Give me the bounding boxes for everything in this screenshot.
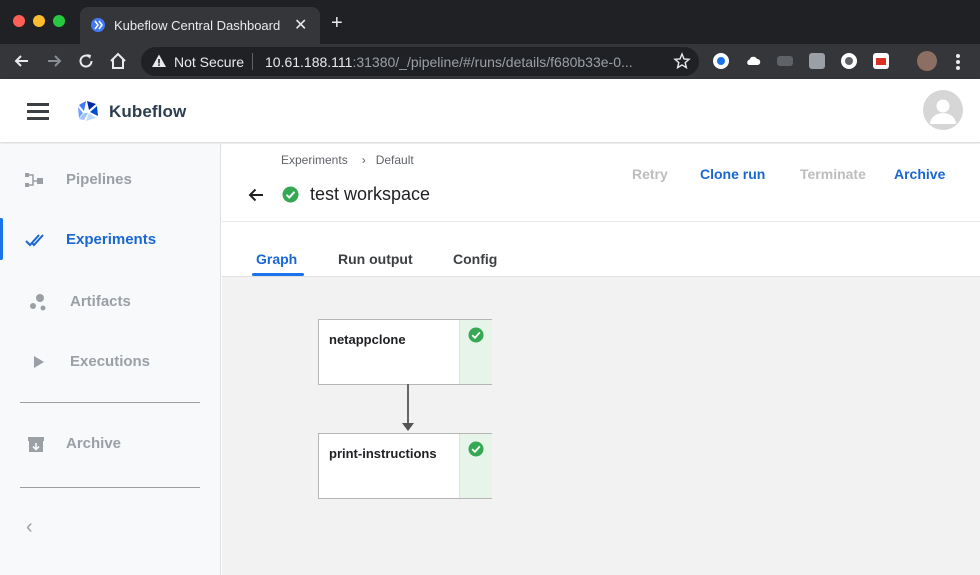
pipeline-graph: netappclone print-instructions (222, 277, 980, 575)
extension-4-icon[interactable] (809, 53, 825, 69)
sidebar-item-artifacts[interactable]: Artifacts (0, 276, 220, 328)
archive-button[interactable]: Archive (894, 166, 945, 182)
artifacts-icon (30, 294, 46, 311)
url-path: :31380/_/pipeline/#/runs/details/f680b33… (352, 54, 633, 70)
tab-close-icon[interactable]: ✕ (294, 15, 307, 35)
node-name: netappclone (329, 332, 406, 347)
bookmark-star-icon[interactable] (673, 52, 691, 70)
breadcrumb-separator: › (361, 153, 366, 167)
success-check-icon (282, 186, 299, 203)
tab-run-output[interactable]: Run output (338, 251, 413, 267)
experiments-icon (25, 234, 44, 247)
new-tab-button[interactable]: + (331, 12, 343, 35)
executions-icon (34, 356, 44, 368)
kubeflow-favicon-icon (91, 18, 105, 32)
reload-icon[interactable] (76, 51, 96, 71)
sidebar-item-experiments[interactable]: Experiments (0, 214, 220, 266)
sidebar-item-label: Executions (70, 353, 151, 370)
app-brand[interactable]: Kubeflow (109, 102, 186, 122)
hamburger-menu-icon[interactable] (27, 103, 49, 120)
node-name: print-instructions (329, 446, 437, 461)
app-header: Kubeflow (0, 79, 980, 143)
sidebar-item-archive[interactable]: Archive (0, 418, 220, 470)
graph-node[interactable]: print-instructions (318, 433, 492, 499)
address-bar[interactable]: Not Secure 10.61.188.111:31380/_/pipelin… (141, 47, 699, 76)
url-host: 10.61.188.111 (265, 54, 353, 70)
breadcrumb-default[interactable]: Default (376, 153, 414, 167)
run-tabs: Graph Run output Config (222, 222, 980, 276)
user-avatar[interactable] (923, 90, 963, 130)
archive-icon (28, 437, 44, 452)
pipelines-icon (25, 173, 43, 187)
browser-titlebar: Kubeflow Central Dashboard ✕ + (0, 0, 980, 44)
account-icon (930, 99, 956, 124)
nav-divider (20, 402, 200, 403)
extension-6-icon[interactable] (873, 53, 889, 69)
breadcrumb: Experiments › Default (281, 153, 414, 167)
nav-divider (20, 487, 200, 488)
browser-tab[interactable]: Kubeflow Central Dashboard ✕ (80, 7, 320, 44)
omnibox-divider (252, 53, 253, 70)
not-secure-label[interactable]: Not Secure (174, 54, 244, 70)
graph-edge (407, 384, 409, 424)
clone-run-button[interactable]: Clone run (700, 166, 765, 182)
sidebar-item-executions[interactable]: Executions (0, 336, 220, 388)
sidebar-item-label: Artifacts (70, 293, 131, 310)
kubeflow-logo-icon (78, 101, 98, 121)
tab-title: Kubeflow Central Dashboard (114, 18, 281, 33)
extension-5-icon[interactable] (841, 53, 857, 69)
url-text[interactable]: 10.61.188.111:31380/_/pipeline/#/runs/de… (265, 54, 633, 70)
run-title: test workspace (310, 184, 431, 204)
browser-toolbar: Not Secure 10.61.188.111:31380/_/pipelin… (0, 44, 980, 79)
tab-graph[interactable]: Graph (256, 251, 297, 267)
retry-button[interactable]: Retry (632, 166, 668, 182)
active-indicator (0, 218, 3, 260)
forward-arrow-icon[interactable] (44, 51, 64, 71)
home-icon[interactable] (108, 51, 128, 71)
close-window-button[interactable] (13, 15, 25, 27)
sidebar-item-label: Pipelines (66, 171, 132, 188)
back-arrow-icon[interactable] (246, 185, 266, 205)
warning-icon (152, 54, 166, 67)
collapse-nav-chevron-icon[interactable]: ‹ (26, 516, 33, 539)
terminate-button[interactable]: Terminate (800, 166, 866, 182)
graph-node[interactable]: netappclone (318, 319, 492, 385)
run-details-page: Experiments › Default test workspace Retry… (222, 144, 980, 575)
tab-config[interactable]: Config (453, 251, 497, 267)
success-check-icon (468, 441, 484, 457)
node-status (459, 320, 492, 384)
chrome-menu-icon[interactable] (956, 54, 960, 70)
sidebar-item-pipelines[interactable]: Pipelines (0, 154, 220, 206)
edge-arrowhead (402, 423, 414, 431)
sidebar-item-label: Experiments (66, 231, 157, 248)
extension-3-icon[interactable] (777, 56, 793, 66)
side-navigation: Pipelines Experiments Artifacts Executio… (0, 144, 221, 575)
node-status (459, 434, 492, 498)
cloud-extension-icon[interactable] (745, 53, 761, 69)
breadcrumb-experiments[interactable]: Experiments (281, 153, 348, 167)
extension-1-icon[interactable] (713, 53, 729, 69)
profile-avatar-icon[interactable] (917, 51, 937, 71)
minimize-window-button[interactable] (33, 15, 45, 27)
maximize-window-button[interactable] (53, 15, 65, 27)
back-arrow-icon[interactable] (12, 51, 32, 71)
sidebar-item-label: Archive (66, 435, 122, 452)
success-check-icon (468, 327, 484, 343)
